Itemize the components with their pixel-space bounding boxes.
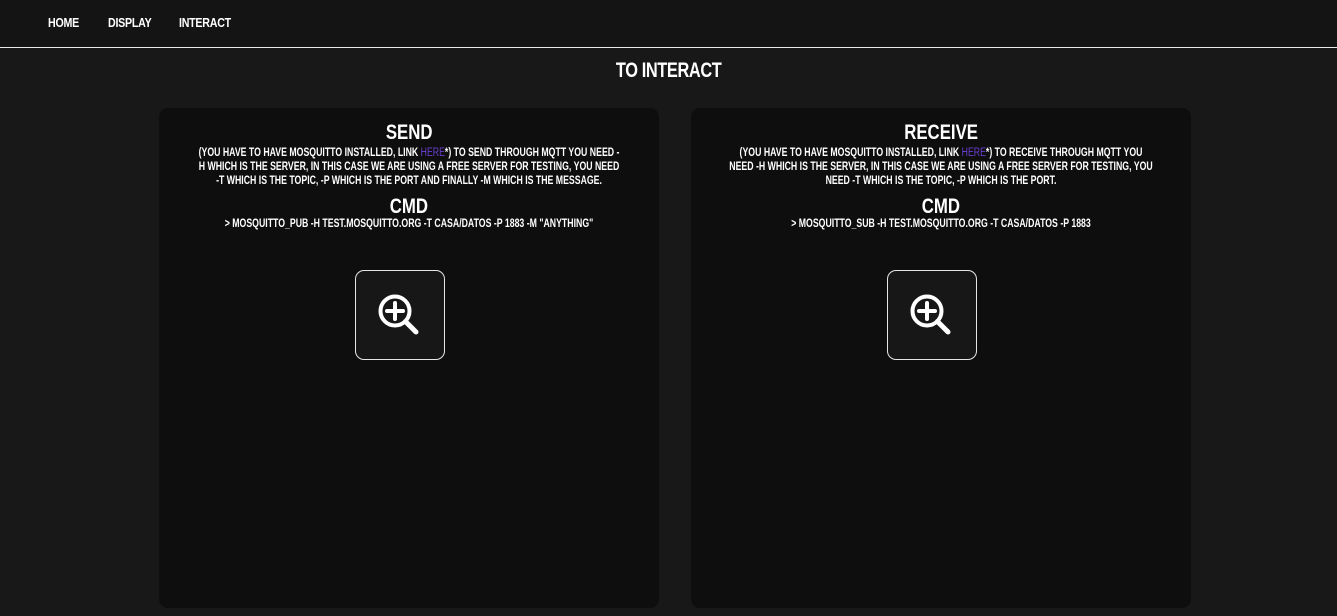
- receive-zoom-button[interactable]: [887, 270, 977, 360]
- zoom-in-icon: [378, 294, 419, 335]
- nav-interact[interactable]: INTERACT: [179, 15, 231, 30]
- receive-title: RECEIVE: [691, 122, 1191, 144]
- send-cmd-title: CMD: [159, 196, 659, 218]
- page-title-text: TO INTERACT: [615, 59, 722, 82]
- nav-display[interactable]: DISPLAY: [108, 15, 152, 30]
- send-title-text: SEND: [385, 121, 433, 144]
- receive-cmd-title-text: CMD: [921, 195, 961, 218]
- send-cmd-text: > MOSQUITTO_PUB -H TEST.MOSQUITTO.ORG -T…: [224, 218, 594, 230]
- receive-card: RECEIVE (YOU HAVE TO HAVE MOSQUITTO INST…: [691, 108, 1191, 608]
- zoom-in-icon: [910, 294, 951, 335]
- send-install-link[interactable]: HERE: [421, 147, 445, 159]
- top-navbar: HOME DISPLAY INTERACT: [0, 0, 1337, 48]
- send-zoom-button[interactable]: [355, 270, 445, 360]
- send-card: SEND (YOU HAVE TO HAVE MOSQUITTO INSTALL…: [159, 108, 659, 608]
- send-desc-before: (YOU HAVE TO HAVE MOSQUITTO INSTALLED, L…: [198, 147, 421, 159]
- receive-install-link[interactable]: HERE: [962, 147, 986, 159]
- send-title: SEND: [159, 122, 659, 144]
- receive-title-text: RECEIVE: [904, 121, 978, 144]
- receive-desc-before: (YOU HAVE TO HAVE MOSQUITTO INSTALLED, L…: [739, 147, 962, 159]
- receive-description: (YOU HAVE TO HAVE MOSQUITTO INSTALLED, L…: [728, 146, 1154, 188]
- receive-cmd-title: CMD: [691, 196, 1191, 218]
- send-cmd-title-text: CMD: [389, 195, 429, 218]
- send-description: (YOU HAVE TO HAVE MOSQUITTO INSTALLED, L…: [196, 146, 622, 188]
- receive-cmd-text: > MOSQUITTO_SUB -H TEST.MOSQUITTO.ORG -T…: [791, 218, 1091, 230]
- nav-home[interactable]: HOME: [48, 15, 79, 30]
- page-title: TO INTERACT: [0, 59, 1337, 83]
